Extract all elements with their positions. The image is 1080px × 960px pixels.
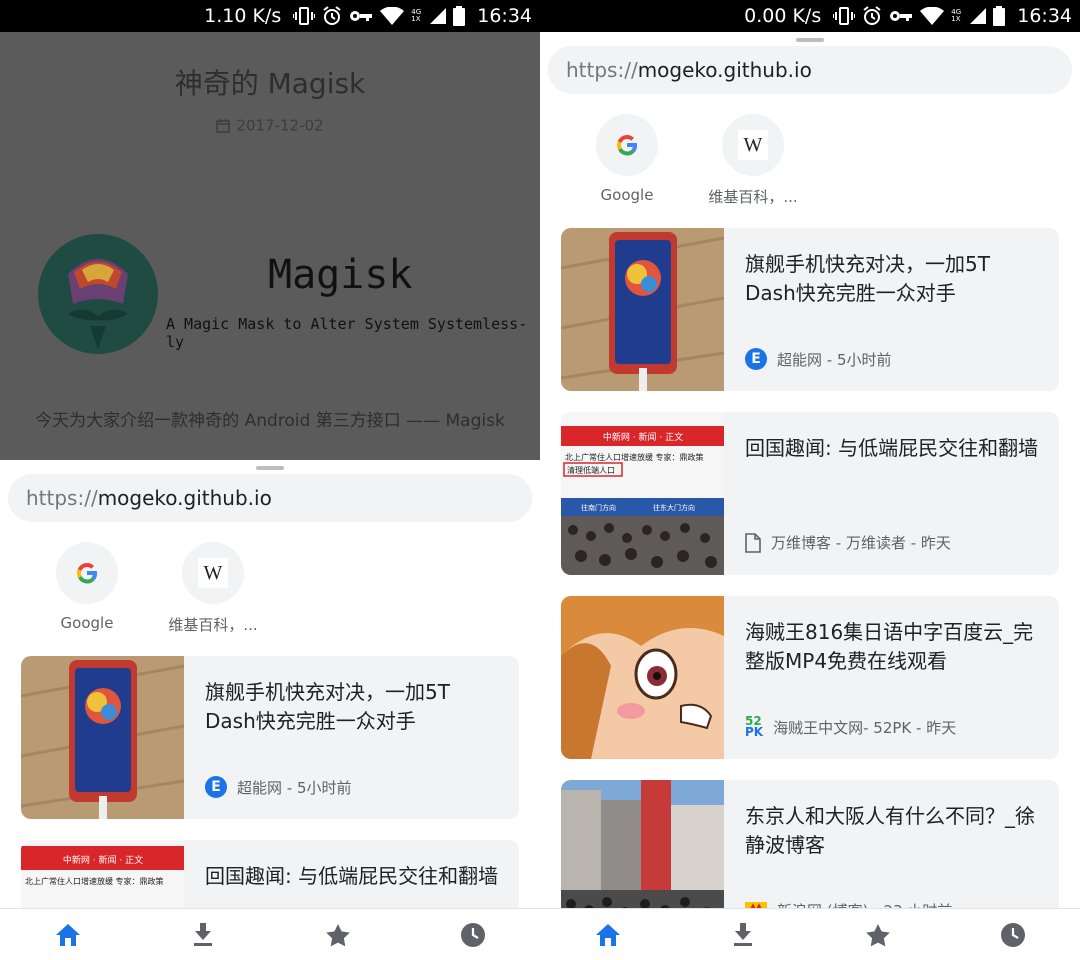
signal-icon <box>970 8 987 24</box>
wifi-icon <box>380 7 405 25</box>
battery-icon <box>453 6 466 26</box>
new-tab-sheet: https://mogeko.github.io Google W 维基百科，. <box>540 32 1080 960</box>
logo-wordmark: Magisk <box>268 252 413 298</box>
download-icon <box>193 922 212 946</box>
article-card[interactable]: 旗舰手机快充对决，一加5T Dash快充完胜一众对手 E 超能网 - 5小时前 <box>561 228 1059 391</box>
thumb-news-highlight: 清理低端人口 <box>567 465 615 475</box>
alarm-icon <box>863 6 881 25</box>
article-date: 2017-12-02 <box>0 116 540 135</box>
source-icon: E <box>745 348 767 370</box>
right-phone-screen: 0.00 K/s 4G 1X 16:34 https://mogeko.gith… <box>540 0 1080 960</box>
cell-network-label: 4G 1X <box>411 8 422 23</box>
google-icon <box>76 563 98 584</box>
background-web-page: 神奇的 Magisk 2017-12-02 Magisk A Magic Mas… <box>0 32 540 460</box>
article-thumbnail <box>561 228 724 391</box>
status-time: 16:34 <box>477 5 532 27</box>
article-intro: 今天为大家介绍一款神奇的 Android 第三方接口 —— Magisk <box>35 411 505 431</box>
most-visited: Google W 维基百科，... <box>580 114 800 207</box>
sheet-drag-handle[interactable] <box>796 38 824 42</box>
alarm-icon <box>323 6 341 25</box>
status-bar: 1.10 K/s 4G 1X 16:34 <box>0 0 540 32</box>
home-button[interactable] <box>578 913 638 957</box>
source-icon: E <box>205 776 227 798</box>
article-source: 海贼王中文网- 52PK - 昨天 <box>773 718 957 737</box>
network-speed: 0.00 K/s <box>744 5 822 27</box>
downloads-button[interactable] <box>713 913 773 957</box>
history-button[interactable] <box>983 913 1043 957</box>
thumb-news-header: 中新网 · 新闻 · 正文 <box>63 854 143 866</box>
shortcut-wikipedia[interactable]: W 维基百科，... <box>166 542 260 635</box>
thumb-sign-right: 往东大门方向 <box>653 503 695 512</box>
signal-icon <box>430 8 447 24</box>
article-title: 回国趣闻: 与低端屁民交往和翻墙 <box>205 864 499 888</box>
shortcut-google[interactable]: Google <box>580 114 674 207</box>
article-thumbnail <box>21 656 184 819</box>
document-icon <box>745 532 761 553</box>
article-title: 海贼王816集日语中字百度云_完整版MP4免费在线观看 <box>745 620 1034 673</box>
vpn-key-icon <box>890 11 913 21</box>
calendar-icon <box>216 118 231 133</box>
article-title: 回国趣闻: 与低端屁民交往和翻墙 <box>745 436 1039 460</box>
clock-icon <box>1000 922 1025 947</box>
history-button[interactable] <box>443 913 503 957</box>
star-icon <box>865 923 890 946</box>
shortcut-google[interactable]: Google <box>40 542 134 635</box>
article-card[interactable]: 海贼王816集日语中字百度云_完整版MP4免费在线观看 52 PK 海贼王中文网- … <box>561 596 1059 759</box>
article-source: 超能网 - 5小时前 <box>777 350 892 369</box>
omnibox[interactable]: https://mogeko.github.io <box>548 46 1072 94</box>
cell-network-label: 4G 1X <box>951 8 962 23</box>
new-tab-sheet: https://mogeko.github.io Google W 维基百科，. <box>0 460 540 960</box>
bookmarks-button[interactable] <box>308 913 368 957</box>
status-time: 16:34 <box>1017 5 1072 27</box>
shortcut-wikipedia[interactable]: W 维基百科，... <box>706 114 800 207</box>
article-thumbnail <box>561 596 724 759</box>
article-card[interactable]: 旗舰手机快充对决，一加5T Dash快充完胜一众对手 E 超能网 - 5小时前 <box>21 656 519 819</box>
thumb-news-header: 中新网 · 新闻 · 正文 <box>603 431 683 443</box>
thumb-news-headline: 北上广常住人口增速放缓 专家：鼎政策 <box>25 876 164 886</box>
most-visited: Google W 维基百科，... <box>40 542 260 635</box>
omnibox[interactable]: https://mogeko.github.io <box>8 474 532 522</box>
battery-icon <box>993 6 1006 26</box>
article-title: 东京人和大阪人有什么不同？_徐静波博客 <box>745 804 1035 857</box>
downloads-button[interactable] <box>173 913 233 957</box>
left-phone-screen: 1.10 K/s 4G 1X 16:34 神奇的 Magisk 2017-12-… <box>0 0 540 960</box>
magisk-logo <box>38 234 158 354</box>
sheet-drag-handle[interactable] <box>256 466 284 470</box>
article-title: 神奇的 Magisk <box>174 67 366 100</box>
clock-icon <box>460 922 485 947</box>
wikipedia-icon: W <box>738 130 768 160</box>
vibrate-icon <box>293 7 316 25</box>
article-source: 超能网 - 5小时前 <box>237 778 352 797</box>
thumb-sign-left: 往南门方向 <box>581 503 616 512</box>
download-icon <box>733 922 752 946</box>
article-card[interactable]: 中新网 · 新闻 · 正文 北上广常住人口增速放缓 专家：鼎政策 清理低端人口 … <box>561 412 1059 575</box>
star-icon <box>325 923 350 946</box>
source-icon: 52 PK <box>745 714 764 739</box>
wikipedia-icon: W <box>198 558 228 588</box>
home-icon <box>595 923 620 946</box>
thumb-news-headline: 北上广常住人口增速放缓 专家：鼎政策 <box>565 452 704 462</box>
wifi-icon <box>920 7 945 25</box>
article-title: 旗舰手机快充对决，一加5T Dash快充完胜一众对手 <box>745 252 990 305</box>
network-speed: 1.10 K/s <box>204 5 282 27</box>
status-bar: 0.00 K/s 4G 1X 16:34 <box>540 0 1080 32</box>
article-source: 万维博客 - 万维读者 - 昨天 <box>771 534 951 552</box>
google-icon <box>616 135 638 156</box>
home-icon <box>55 923 80 946</box>
vibrate-icon <box>833 7 856 25</box>
bottom-toolbar <box>540 908 1080 960</box>
article-thumbnail: 中新网 · 新闻 · 正文 北上广常住人口增速放缓 专家：鼎政策 清理低端人口 … <box>561 412 724 575</box>
article-title: 旗舰手机快充对决，一加5T Dash快充完胜一众对手 <box>205 680 450 733</box>
bookmarks-button[interactable] <box>848 913 908 957</box>
home-button[interactable] <box>38 913 98 957</box>
logo-tagline: A Magic Mask to Alter System Systemless-… <box>166 315 528 351</box>
vpn-key-icon <box>350 11 373 21</box>
bottom-toolbar <box>0 908 540 960</box>
